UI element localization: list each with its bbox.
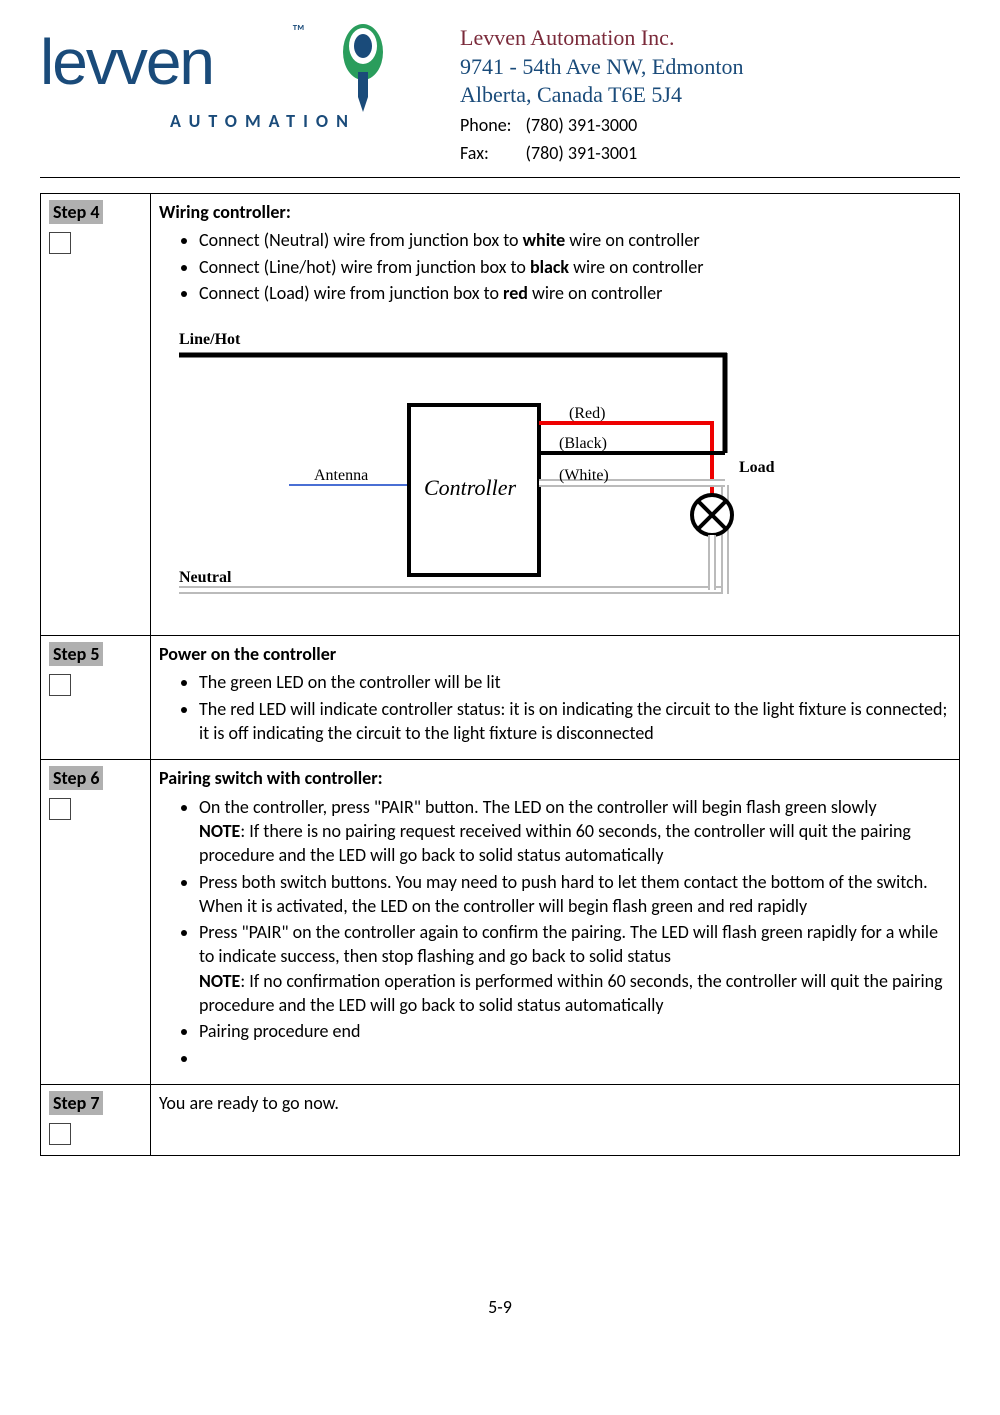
step-4-bullet-3: Connect (Load) wire from junction box to…	[199, 281, 951, 305]
step-4-title: Wiring controller:	[159, 201, 291, 223]
step-7-body: You are ready to go now.	[159, 1092, 339, 1114]
step-label-cell: Step 6	[41, 760, 151, 1085]
page-header: levven ™ AUTOMATION Levven Automation In…	[40, 20, 960, 178]
wiring-diagram: Line/Hot Neutral Antenna Controller (Red…	[159, 315, 919, 615]
step-6-bullet-2: Press both switch buttons. You may need …	[199, 870, 951, 919]
logo-wordmark: levven	[40, 25, 213, 99]
diagram-red-label: (Red)	[569, 403, 605, 425]
step-label-cell: Step 4	[41, 193, 151, 635]
company-addr1: 9741 - 54th Ave NW, Edmonton	[460, 53, 960, 82]
page-number: 5-9	[488, 1296, 512, 1318]
step-row-6: Step 6 Pairing switch with controller: O…	[41, 760, 960, 1085]
logo: levven ™ AUTOMATION	[40, 20, 360, 140]
company-fax: Fax: (780) 391-3001	[460, 138, 960, 167]
step-4-bullets: Connect (Neutral) wire from junction box…	[199, 228, 951, 305]
step-6-bullet-3: Press "PAIR" on the controller again to …	[199, 920, 951, 1017]
step-6-content: Pairing switch with controller: On the c…	[151, 760, 960, 1085]
diagram-linehot-label: Line/Hot	[179, 329, 240, 351]
phone-value: (780) 391-3000	[526, 114, 638, 136]
logo-icon	[328, 12, 398, 117]
company-addr2: Alberta, Canada T6E 5J4	[460, 81, 960, 110]
step-4-checkbox[interactable]	[49, 232, 71, 254]
step-6-checkbox[interactable]	[49, 798, 71, 820]
step-6-title: Pairing switch with controller:	[159, 767, 383, 789]
diagram-load-label: Load	[739, 457, 775, 479]
step-6-label: Step 6	[49, 766, 103, 790]
step-7-checkbox[interactable]	[49, 1123, 71, 1145]
step-5-bullet-2: The red LED will indicate controller sta…	[199, 697, 951, 746]
step-5-content: Power on the controller The green LED on…	[151, 636, 960, 760]
step-5-label: Step 5	[49, 642, 103, 666]
logo-subtext: AUTOMATION	[170, 110, 356, 132]
step-5-checkbox[interactable]	[49, 674, 71, 696]
fax-value: (780) 391-3001	[526, 142, 638, 164]
diagram-black-label: (Black)	[559, 433, 607, 455]
diagram-controller-label: Controller	[424, 473, 516, 503]
step-row-7: Step 7 You are ready to go now.	[41, 1084, 960, 1155]
steps-table: Step 4 Wiring controller: Connect (Neutr…	[40, 193, 960, 1156]
step-5-bullet-1: The green LED on the controller will be …	[199, 670, 951, 694]
company-phone: Phone: (780) 391-3000	[460, 110, 960, 139]
diagram-white-label: (White)	[559, 465, 609, 487]
step-7-label: Step 7	[49, 1091, 103, 1115]
step-row-5: Step 5 Power on the controller The green…	[41, 636, 960, 760]
step-4-bullet-2: Connect (Line/hot) wire from junction bo…	[199, 255, 951, 279]
step-6-bullet-1: On the controller, press "PAIR" button. …	[199, 795, 951, 868]
step-4-content: Wiring controller: Connect (Neutral) wir…	[151, 193, 960, 635]
step-5-bullets: The green LED on the controller will be …	[199, 670, 951, 745]
logo-block: levven ™ AUTOMATION	[40, 20, 460, 140]
step-label-cell: Step 7	[41, 1084, 151, 1155]
step-6-bullets: On the controller, press "PAIR" button. …	[199, 795, 951, 1070]
step-4-label: Step 4	[49, 200, 103, 224]
diagram-antenna-label: Antenna	[314, 465, 368, 487]
step-6-bullet-4: Pairing procedure end	[199, 1019, 951, 1043]
company-name: Levven Automation Inc.	[460, 24, 960, 53]
phone-label: Phone:	[460, 114, 520, 137]
step-6-bullet-5	[199, 1046, 951, 1070]
step-7-content: You are ready to go now.	[151, 1084, 960, 1155]
company-info: Levven Automation Inc. 9741 - 54th Ave N…	[460, 20, 960, 167]
logo-trademark: ™	[292, 20, 305, 42]
fax-label: Fax:	[460, 142, 520, 165]
step-row-4: Step 4 Wiring controller: Connect (Neutr…	[41, 193, 960, 635]
step-4-bullet-1: Connect (Neutral) wire from junction box…	[199, 228, 951, 252]
page-footer: 5-9	[40, 1296, 960, 1318]
step-label-cell: Step 5	[41, 636, 151, 760]
step-5-title: Power on the controller	[159, 643, 336, 665]
diagram-neutral-label: Neutral	[179, 567, 231, 589]
